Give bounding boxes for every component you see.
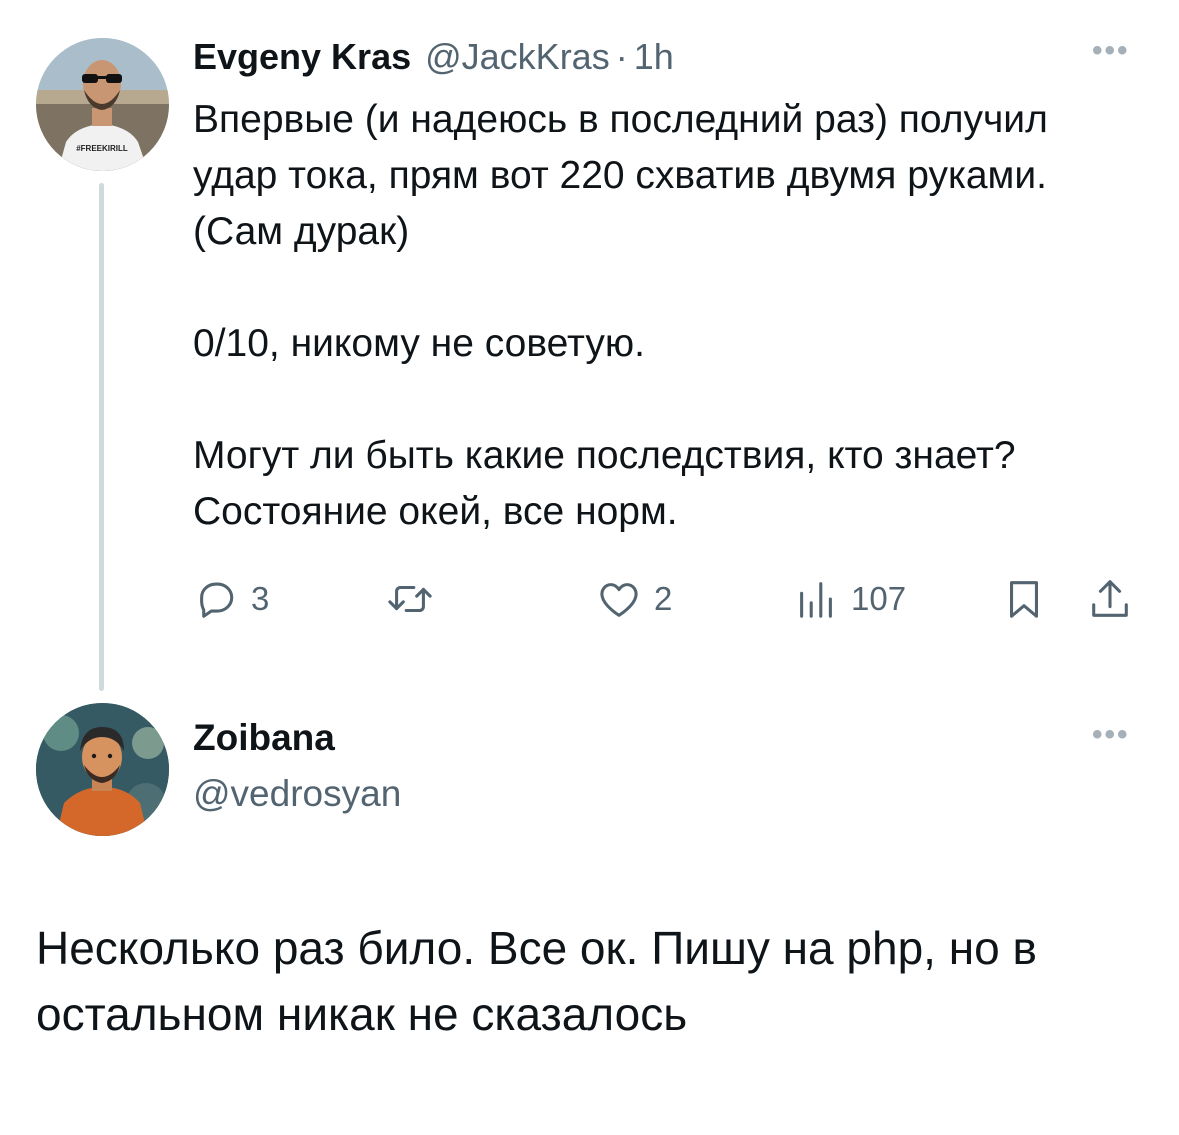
reply-count: 3	[251, 580, 270, 617]
tweet1-paragraph-2: 0/10, никому не советую.	[193, 322, 645, 365]
reply-button[interactable]: 3	[193, 574, 269, 624]
tweet1-paragraph-1: Впервые (и надеюсь в последний раз) полу…	[193, 98, 1048, 253]
retweet-icon	[388, 585, 432, 613]
share-icon	[1092, 580, 1128, 617]
views-button[interactable]: 107	[793, 574, 906, 624]
separator-dot: ·	[615, 36, 628, 77]
share-button[interactable]	[1087, 574, 1133, 624]
reply-author-name[interactable]: Zoibana	[193, 717, 335, 759]
like-count: 2	[654, 580, 673, 617]
like-button[interactable]: 2	[596, 574, 672, 624]
more-options-icon[interactable]: •••	[1092, 34, 1130, 68]
reply-tweet-text: Несколько раз било. Все ок. Пишу на php,…	[36, 922, 1037, 1040]
tweet1-action-bar: 3 2 107	[193, 574, 1143, 624]
author-name[interactable]: Evgeny Kras	[193, 36, 411, 78]
tweet-time[interactable]: 1h	[634, 36, 674, 78]
author-handle[interactable]: @JackKras	[425, 36, 610, 78]
views-icon	[800, 582, 832, 618]
tweet1-paragraph-3: Могут ли быть какие последствия, кто зна…	[193, 434, 1016, 533]
retweet-button[interactable]	[385, 574, 447, 624]
thread-connector-line	[99, 183, 104, 691]
reply-author-handle[interactable]: @vedrosyan	[193, 773, 401, 815]
bookmark-button[interactable]	[1001, 574, 1047, 624]
heart-icon	[600, 583, 638, 617]
bookmark-icon	[1010, 581, 1038, 618]
tweet1-author-line: Evgeny Kras @JackKras · 1h	[193, 36, 674, 86]
views-count: 107	[851, 580, 907, 617]
avatar-zoibana[interactable]	[36, 703, 169, 836]
shirt-text: #FREEKIRILL	[76, 144, 128, 153]
reply-icon	[200, 582, 234, 618]
tweet1-text: Впервые (и надеюсь в последний раз) полу…	[193, 92, 1133, 540]
avatar-evgeny-kras[interactable]: #FREEKIRILL	[36, 38, 169, 171]
more-options-icon[interactable]: •••	[1092, 718, 1130, 752]
